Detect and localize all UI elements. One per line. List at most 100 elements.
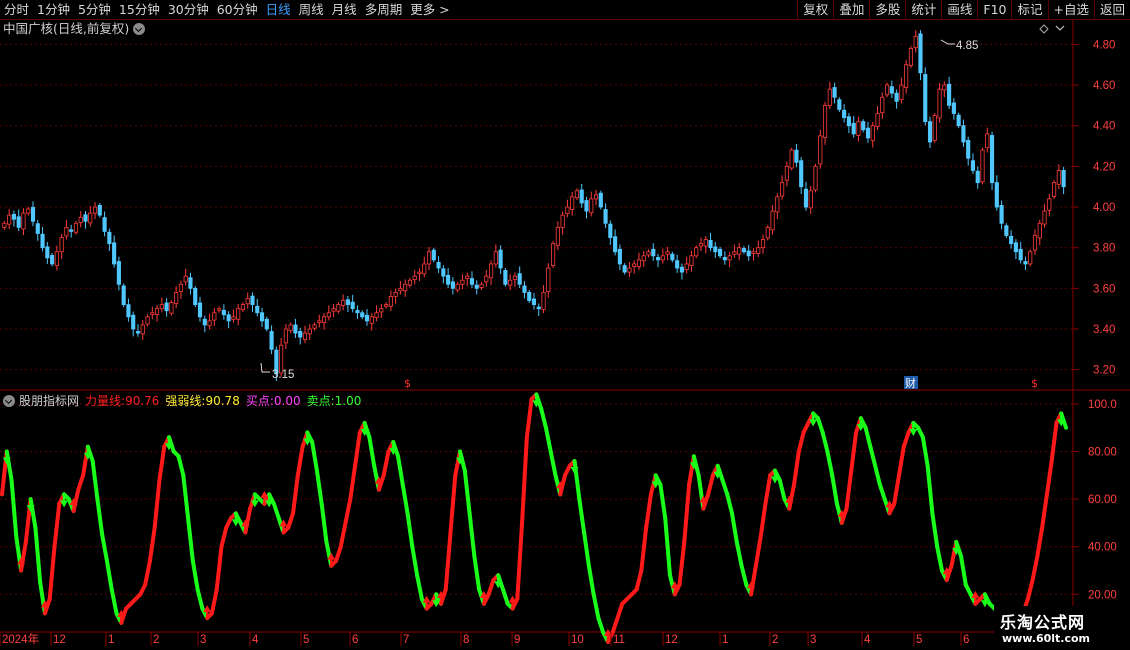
candle-body	[245, 298, 250, 305]
candle-body	[250, 295, 255, 306]
candle-body	[904, 64, 909, 88]
candle-body	[64, 226, 69, 237]
dividend-marker[interactable]: $	[404, 377, 411, 390]
indicator-axis: 100.0 80.00 60.00 40.00 20.00	[1073, 399, 1117, 601]
candle-body	[341, 300, 346, 306]
price-tick-label: 4.20	[1093, 161, 1115, 173]
power-line-segment	[152, 478, 162, 530]
candle-body	[131, 314, 136, 330]
power-line-segment	[734, 539, 744, 568]
candle-body	[30, 207, 36, 222]
candle-body	[794, 149, 799, 163]
power-line-segment	[739, 563, 749, 587]
financial-report-marker[interactable]: 财	[905, 376, 916, 390]
candle-body	[622, 265, 627, 273]
candle-body	[531, 298, 537, 306]
power-line-segment	[520, 435, 529, 525]
power-line-segment	[109, 587, 119, 616]
candle-body	[593, 194, 599, 200]
power-line-segment	[663, 516, 672, 578]
candle-body	[54, 251, 59, 266]
main-chart-title[interactable]: 中国广核(日线,前复权)	[3, 21, 146, 37]
power-line-segment	[1049, 420, 1059, 464]
price-tick-label: 4.40	[1093, 121, 1115, 133]
power-line-segment	[314, 468, 324, 506]
power-line-segment	[310, 439, 319, 473]
power-line-segment	[52, 501, 62, 549]
date-tick-label: 4	[864, 634, 871, 646]
candle-body	[197, 302, 203, 318]
power-line-segment	[868, 444, 878, 468]
candle-body	[1009, 235, 1014, 245]
candle-body	[1018, 248, 1023, 261]
power-line-segment	[591, 592, 601, 621]
candle-body	[135, 331, 141, 334]
power-line-segment	[877, 482, 887, 502]
candle-body	[503, 270, 508, 285]
chart-options-icons[interactable]	[1039, 24, 1065, 34]
candle-body	[217, 308, 222, 311]
power-line-segment	[596, 616, 606, 635]
candle-body	[708, 239, 713, 249]
candle-body	[259, 312, 265, 322]
candle-body	[689, 255, 694, 266]
power-line-segment	[500, 587, 510, 606]
chevron-down-icon[interactable]	[133, 23, 146, 35]
power-line-segment	[214, 544, 224, 592]
power-line-segment	[367, 435, 377, 468]
candle-body	[822, 104, 828, 138]
candle-body	[83, 214, 88, 222]
dividend-marker-2[interactable]: $	[1031, 377, 1038, 390]
candle-body	[498, 249, 503, 269]
candle-body	[613, 236, 618, 253]
power-line-segment	[333, 544, 343, 563]
power-line-segment	[95, 497, 105, 537]
candle-body	[842, 109, 847, 118]
candle-body	[894, 92, 899, 102]
power-line-segment	[1030, 554, 1040, 583]
candle-body	[975, 170, 980, 184]
candle-body	[178, 283, 183, 293]
price-tick-label: 4.60	[1093, 80, 1115, 92]
candle-body	[331, 308, 336, 312]
date-tick-label: 9	[514, 634, 520, 646]
price-tick-label: 4.00	[1093, 202, 1115, 214]
candle-body	[312, 324, 317, 329]
candle-body	[169, 302, 174, 314]
candle-body	[384, 304, 389, 307]
candle-body	[1056, 170, 1061, 185]
candle-body	[369, 316, 374, 324]
date-tick-label: 6	[352, 634, 358, 646]
power-line-segment	[90, 459, 100, 502]
candle-body	[255, 305, 260, 314]
price-tick-label: 4.80	[1093, 39, 1115, 51]
power-line-segment	[706, 473, 715, 497]
power-line-segment	[271, 501, 281, 521]
power-line-segment	[1025, 578, 1035, 602]
candle-body	[956, 114, 961, 127]
chart-canvas[interactable]: 4.80 4.60 4.40 4.20 4.00 3.80 3.60 3.40 3.20 4.8…	[0, 0, 1130, 650]
candle-body	[412, 275, 417, 280]
candle-body	[226, 314, 231, 322]
diamond-icon[interactable]	[1039, 24, 1049, 34]
power-line-segment	[286, 511, 296, 530]
candle-body	[1028, 251, 1033, 265]
power-line-segment	[396, 454, 405, 487]
candle-body	[784, 165, 789, 181]
candle-body	[641, 255, 646, 262]
candle-body	[746, 250, 751, 257]
candle-body	[775, 196, 780, 213]
chevron-down-icon[interactable]	[3, 395, 15, 407]
power-line-segment	[291, 473, 300, 516]
candle-body	[236, 308, 241, 320]
power-line-segment	[920, 435, 930, 468]
candle-body	[789, 149, 794, 169]
candle-body	[512, 275, 517, 280]
candle-body	[827, 88, 832, 106]
power-line-segment	[186, 516, 195, 563]
indicator-title-bar[interactable]: 股朋指标网 力量线: 90.76 强弱线: 90.78 买点: 0.00 卖点:…	[3, 393, 361, 409]
candle-body	[870, 125, 875, 141]
power-line-segment	[539, 406, 548, 430]
candle-body	[317, 320, 322, 323]
chevron-down-icon[interactable]	[1055, 25, 1065, 31]
